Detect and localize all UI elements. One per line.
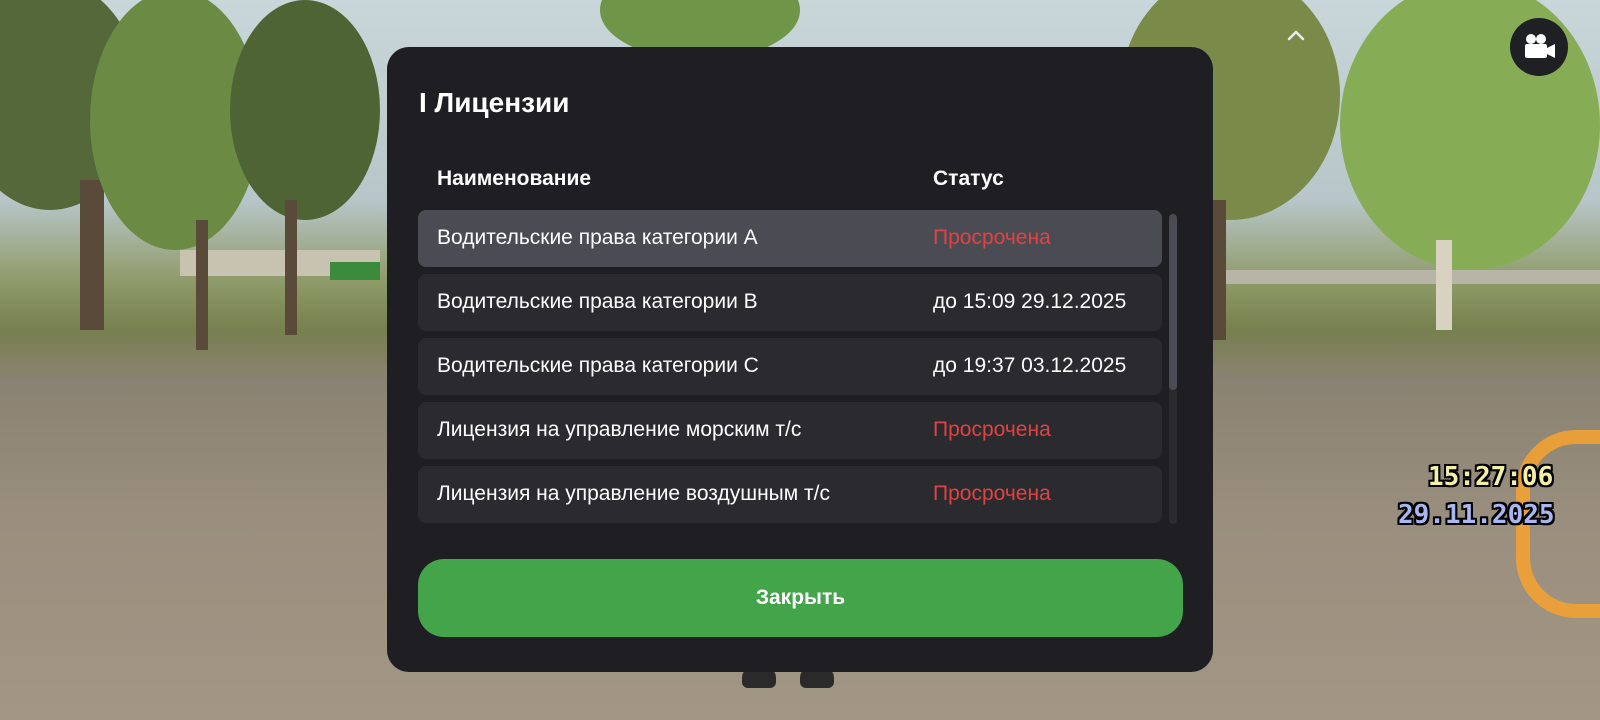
background-building xyxy=(1210,270,1600,284)
background-tree-trunk xyxy=(80,180,104,330)
license-row[interactable]: Лицензия на управление воздушным т/с Про… xyxy=(418,466,1162,523)
license-status: Просрочена xyxy=(933,482,1051,505)
background-tree-trunk xyxy=(196,220,208,350)
license-status: до 19:37 03.12.2025 xyxy=(933,354,1127,377)
license-name: Лицензия на управление морским т/с xyxy=(437,418,802,441)
background-tree-trunk xyxy=(285,200,297,335)
license-row[interactable]: Водительские права категории B до 15:09 … xyxy=(418,274,1162,331)
dialog-title: I Лицензии xyxy=(419,87,570,118)
background-tree-trunk xyxy=(1436,240,1452,330)
hud-clock-date: 29.11.2025 xyxy=(1398,500,1555,530)
license-status: Просрочена xyxy=(933,418,1051,441)
background-fence xyxy=(330,262,380,280)
camera-button[interactable] xyxy=(1510,18,1568,76)
background-tree xyxy=(230,0,380,220)
licenses-list[interactable]: Водительские права категории A Просрочен… xyxy=(418,210,1162,536)
hud-clock-time: 15:27:06 xyxy=(1428,462,1554,492)
column-header-status: Статус xyxy=(933,167,1004,190)
license-name: Водительские права категории B xyxy=(437,290,758,313)
column-header-name: Наименование xyxy=(437,167,592,190)
video-camera-icon xyxy=(1525,34,1555,58)
scrollbar-thumb[interactable] xyxy=(1169,214,1177,390)
license-name: Лицензия на управление воздушным т/с xyxy=(437,482,830,505)
license-name: Водительские права категории C xyxy=(437,354,759,377)
list-scrollbar[interactable] xyxy=(1169,214,1177,524)
license-row[interactable]: Водительские права категории C до 19:37 … xyxy=(418,338,1162,395)
license-row[interactable]: Лицензия на управление морским т/с Проср… xyxy=(418,402,1162,459)
background-tree-trunk xyxy=(1212,200,1226,340)
license-name: Водительские права категории A xyxy=(437,226,758,249)
license-row[interactable]: Водительские права категории A Просрочен… xyxy=(418,210,1162,267)
license-status: до 15:09 29.12.2025 xyxy=(933,290,1127,313)
close-button[interactable]: Закрыть xyxy=(418,559,1183,637)
chevron-up-icon[interactable] xyxy=(1284,24,1308,48)
licenses-dialog: I Лицензии Наименование Статус Водительс… xyxy=(387,47,1213,672)
license-status: Просрочена xyxy=(933,226,1051,249)
